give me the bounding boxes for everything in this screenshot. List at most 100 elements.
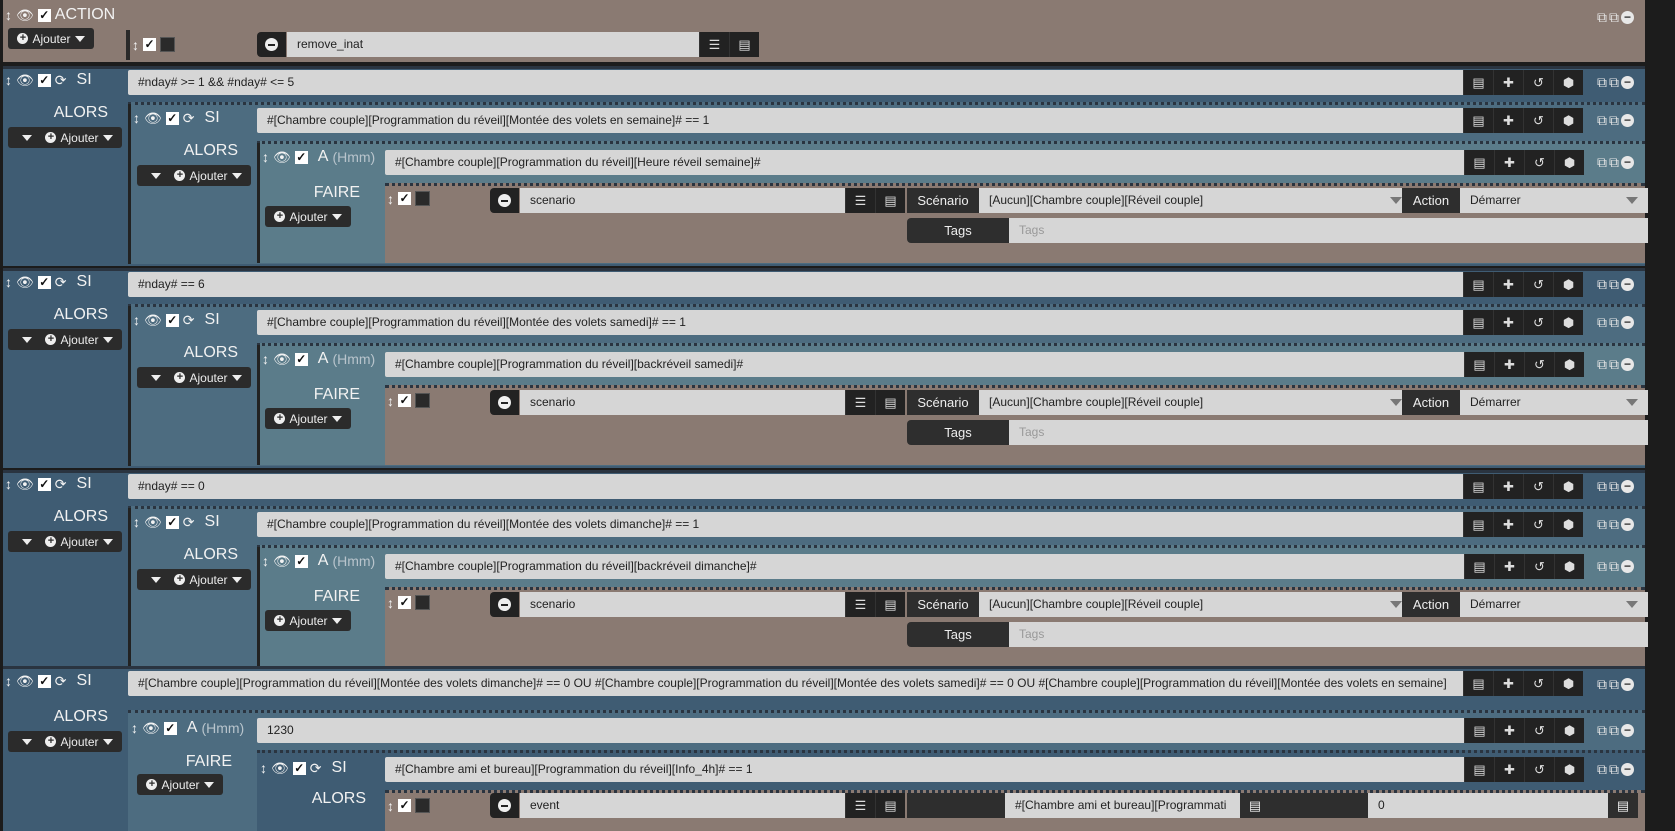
- remove-icon[interactable]: −: [1621, 76, 1634, 89]
- eye-icon[interactable]: 👁: [16, 275, 34, 289]
- remove-icon[interactable]: −: [1621, 724, 1634, 737]
- action-command-input[interactable]: remove_inat: [287, 32, 709, 57]
- tags-input[interactable]: Tags: [1009, 420, 1648, 445]
- enable-checkbox[interactable]: ✓: [37, 8, 51, 22]
- paste-icon[interactable]: ⧉: [1609, 516, 1619, 533]
- command-list-icon[interactable]: ▤: [729, 32, 759, 57]
- action-select[interactable]: Démarrer: [1460, 390, 1648, 415]
- refresh-icon[interactable]: ⟳: [55, 674, 67, 688]
- copy-icon[interactable]: ⧉: [1597, 478, 1607, 495]
- scenario-select[interactable]: [Aucun][Chambre couple][Réveil couple]: [979, 188, 1412, 213]
- enable-checkbox[interactable]: ✓: [165, 313, 179, 327]
- cube-icon[interactable]: ⬢: [1553, 70, 1583, 95]
- eye-icon[interactable]: 👁: [273, 150, 291, 164]
- drag-handle-icon[interactable]: ↕: [133, 515, 140, 529]
- parallel-checkbox[interactable]: [415, 595, 430, 610]
- refresh-icon[interactable]: ⟳: [183, 313, 195, 327]
- eye-icon[interactable]: 👁: [144, 111, 162, 125]
- remove-icon[interactable]: −: [1621, 678, 1634, 691]
- drag-handle-icon[interactable]: ↕: [133, 313, 140, 327]
- puzzle-icon[interactable]: ✚: [1493, 512, 1523, 537]
- condition-input[interactable]: #[Chambre couple][Programmation du révei…: [257, 310, 1473, 335]
- remove-icon[interactable]: −: [1621, 156, 1634, 169]
- paste-icon[interactable]: ⧉: [1609, 276, 1619, 293]
- list-icon[interactable]: ▤: [1464, 352, 1494, 377]
- drag-handle-icon[interactable]: ↕: [5, 674, 12, 688]
- action-select[interactable]: Démarrer: [1460, 592, 1648, 617]
- condition-input[interactable]: #[Chambre couple][Programmation du révei…: [128, 671, 1473, 696]
- scenario-select[interactable]: [Aucun][Chambre couple][Réveil couple]: [979, 390, 1412, 415]
- drag-handle-icon[interactable]: ↕: [260, 761, 267, 775]
- remove-icon[interactable]: −: [1621, 11, 1634, 24]
- paste-icon[interactable]: ⧉: [1609, 558, 1619, 575]
- puzzle-icon[interactable]: ✚: [1493, 272, 1523, 297]
- puzzle-icon[interactable]: ✚: [1494, 352, 1524, 377]
- eye-icon[interactable]: 👁: [142, 721, 160, 735]
- commande-input[interactable]: #[Chambre ami et bureau][Programmati: [1005, 793, 1250, 818]
- paste-icon[interactable]: ⧉: [1609, 9, 1619, 26]
- add-button[interactable]: + Ajouter: [137, 774, 223, 795]
- action-command-input[interactable]: scenario: [520, 188, 855, 213]
- paste-icon[interactable]: ⧉: [1609, 761, 1619, 778]
- remove-action-button[interactable]: [490, 188, 519, 213]
- add-button[interactable]: + Ajouter: [36, 731, 122, 752]
- enable-checkbox[interactable]: ✓: [398, 394, 411, 407]
- list-icon[interactable]: ▤: [1463, 108, 1493, 133]
- remove-icon[interactable]: −: [1621, 480, 1634, 493]
- parallel-checkbox[interactable]: [415, 393, 430, 408]
- drag-handle-icon[interactable]: ↕: [262, 554, 269, 568]
- time-input[interactable]: 1230: [257, 718, 1474, 743]
- action-command-input[interactable]: scenario: [520, 592, 855, 617]
- drag-handle-icon[interactable]: ↕: [131, 721, 138, 735]
- time-input[interactable]: #[Chambre couple][Programmation du révei…: [385, 150, 1474, 175]
- eye-icon[interactable]: 👁: [16, 73, 34, 87]
- list-select-icon[interactable]: ☰: [699, 32, 729, 57]
- paste-icon[interactable]: ⧉: [1609, 154, 1619, 171]
- parallel-checkbox[interactable]: [415, 191, 430, 206]
- enable-checkbox[interactable]: ✓: [37, 477, 51, 491]
- parallel-checkbox[interactable]: [415, 798, 430, 813]
- paste-icon[interactable]: ⧉: [1609, 112, 1619, 129]
- command-list-icon[interactable]: ▤: [875, 592, 905, 617]
- refresh-icon[interactable]: ⟳: [55, 73, 67, 87]
- eye-icon[interactable]: 👁: [144, 515, 162, 529]
- list-select-icon[interactable]: ☰: [845, 793, 875, 818]
- eye-icon[interactable]: 👁: [16, 8, 34, 22]
- paste-icon[interactable]: ⧉: [1609, 478, 1619, 495]
- drag-handle-icon[interactable]: ↕: [262, 150, 269, 164]
- history-icon[interactable]: ↺: [1523, 108, 1553, 133]
- add-button[interactable]: + Ajouter: [165, 165, 251, 186]
- action-select[interactable]: Démarrer: [1460, 188, 1648, 213]
- remove-icon[interactable]: −: [1621, 518, 1634, 531]
- add-button[interactable]: + Ajouter: [165, 569, 251, 590]
- list-icon[interactable]: ▤: [1463, 70, 1493, 95]
- refresh-icon[interactable]: ⟳: [310, 761, 322, 775]
- paste-icon[interactable]: ⧉: [1609, 314, 1619, 331]
- remove-icon[interactable]: −: [1621, 114, 1634, 127]
- puzzle-icon[interactable]: ✚: [1493, 671, 1523, 696]
- puzzle-icon[interactable]: ✚: [1494, 554, 1524, 579]
- condition-input[interactable]: #[Chambre ami et bureau][Programmation d…: [385, 757, 1474, 782]
- history-icon[interactable]: ↺: [1523, 671, 1553, 696]
- remove-action-button[interactable]: [490, 793, 519, 818]
- enable-checkbox[interactable]: ✓: [292, 761, 306, 775]
- drag-handle-icon[interactable]: ↕: [132, 38, 139, 52]
- copy-icon[interactable]: ⧉: [1597, 276, 1607, 293]
- copy-icon[interactable]: ⧉: [1597, 74, 1607, 91]
- remove-icon[interactable]: −: [1621, 278, 1634, 291]
- history-icon[interactable]: ↺: [1523, 512, 1553, 537]
- add-button[interactable]: + Ajouter: [36, 329, 122, 350]
- puzzle-icon[interactable]: ✚: [1493, 474, 1523, 499]
- refresh-icon[interactable]: ⟳: [183, 515, 195, 529]
- refresh-icon[interactable]: ⟳: [55, 275, 67, 289]
- tags-input[interactable]: Tags: [1009, 218, 1648, 243]
- copy-icon[interactable]: ⧉: [1597, 112, 1607, 129]
- list-icon[interactable]: ▤: [1463, 272, 1493, 297]
- list-icon[interactable]: ▤: [1463, 310, 1493, 335]
- enable-checkbox[interactable]: ✓: [294, 150, 308, 164]
- cube-icon[interactable]: ⬢: [1554, 150, 1584, 175]
- copy-icon[interactable]: ⧉: [1597, 558, 1607, 575]
- refresh-icon[interactable]: ⟳: [55, 477, 67, 491]
- enable-checkbox[interactable]: ✓: [294, 352, 308, 366]
- cube-icon[interactable]: ⬢: [1554, 554, 1584, 579]
